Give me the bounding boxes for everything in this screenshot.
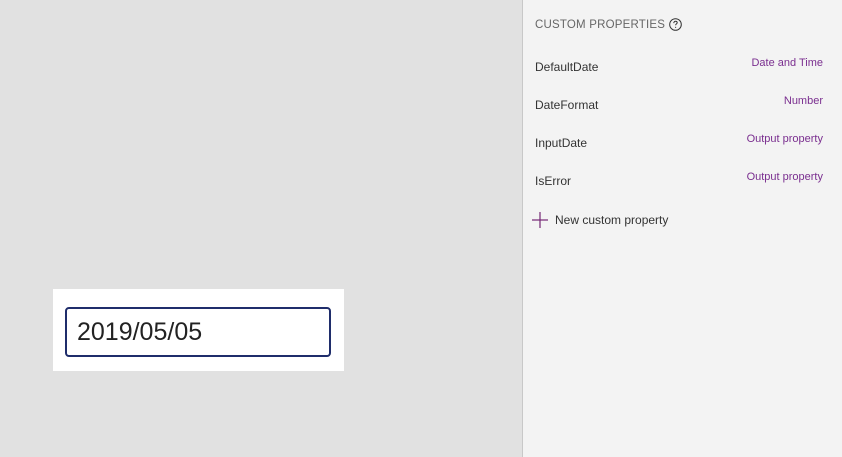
new-custom-property-button[interactable]: New custom property <box>531 211 668 229</box>
property-type: Output property <box>746 171 823 183</box>
panel-title: CUSTOM PROPERTIES <box>535 18 666 31</box>
property-row-defaultdate[interactable]: DefaultDate Date and Time <box>535 57 823 77</box>
custom-properties-panel: CUSTOM PROPERTIES DefaultDate Date and T… <box>522 0 842 457</box>
property-type: Number <box>783 95 823 107</box>
property-name: DateFormat <box>535 98 599 112</box>
app-root: CUSTOM PROPERTIES DefaultDate Date and T… <box>0 0 842 457</box>
canvas-area[interactable] <box>0 0 522 457</box>
property-row-inputdate[interactable]: InputDate Output property <box>535 133 823 153</box>
date-text-input[interactable] <box>65 307 331 357</box>
property-type: Date and Time <box>751 57 823 69</box>
property-type: Output property <box>746 133 823 145</box>
new-custom-property-label: New custom property <box>555 213 669 227</box>
property-name: InputDate <box>535 136 588 150</box>
plus-icon <box>531 211 549 229</box>
property-row-iserror[interactable]: IsError Output property <box>535 171 823 191</box>
property-name: DefaultDate <box>535 60 599 74</box>
date-component-frame[interactable] <box>53 289 344 371</box>
panel-header: CUSTOM PROPERTIES <box>535 18 682 31</box>
property-name: IsError <box>535 174 571 188</box>
help-circle-icon[interactable] <box>669 18 682 31</box>
property-row-dateformat[interactable]: DateFormat Number <box>535 95 823 115</box>
